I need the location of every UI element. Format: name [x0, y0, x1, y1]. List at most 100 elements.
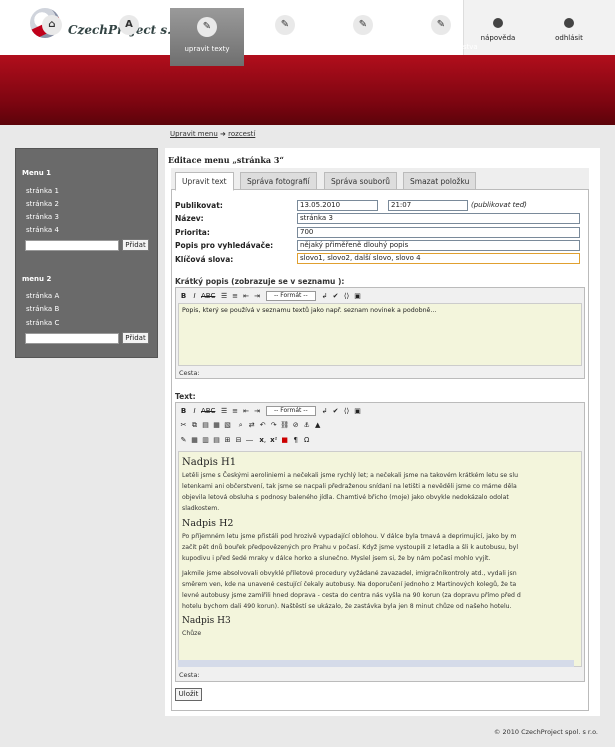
- anchor-icon[interactable]: ⚓: [302, 421, 311, 429]
- nav-minutes[interactable]: ✎ zápisy zastupitelstva: [400, 6, 482, 70]
- sidebar-item[interactable]: stránka A: [26, 292, 59, 300]
- bold-icon[interactable]: B: [179, 292, 188, 300]
- priority-label: Priorita:: [175, 228, 210, 237]
- fullscreen-icon[interactable]: ▣: [353, 407, 362, 415]
- publish-now-link[interactable]: (publikovat teď): [471, 201, 527, 209]
- italic-icon[interactable]: I: [190, 407, 199, 415]
- nav-board[interactable]: ✎ úřední deska: [326, 6, 400, 70]
- merge-icon[interactable]: ⊞: [223, 436, 232, 444]
- hr-icon[interactable]: ―: [245, 436, 254, 444]
- nav-edit-texts[interactable]: ✎ upravit texty: [170, 8, 244, 66]
- outdent-icon[interactable]: ⇤: [242, 292, 251, 300]
- menu1-add-button[interactable]: Přidat: [122, 239, 149, 251]
- html-icon[interactable]: ⟨⟩: [342, 292, 351, 300]
- breadcrumb: Upravit menu ➜ rozcestí: [170, 130, 255, 138]
- short-desc-content[interactable]: Popis, který se používá v seznamu textů …: [178, 303, 582, 366]
- redo-icon[interactable]: ↷: [269, 421, 278, 429]
- home-icon: ⌂: [42, 15, 62, 35]
- help-link[interactable]: nápověda: [478, 18, 518, 42]
- publish-date-input[interactable]: 13.05.2010: [297, 200, 378, 211]
- outdent-icon[interactable]: ⇤: [242, 407, 251, 415]
- menu2-add-input[interactable]: [25, 333, 119, 344]
- keywords-input[interactable]: slovo1, slovo2, další slovo, slovo 4: [297, 253, 580, 264]
- clean-icon[interactable]: ✔: [331, 407, 340, 415]
- name-input[interactable]: stránka 3: [297, 213, 580, 224]
- subscript-icon[interactable]: x,: [258, 436, 267, 444]
- line: letenkami ani občerstvení, tak jsme se n…: [182, 483, 517, 490]
- sidebar-item[interactable]: stránka 3: [26, 213, 59, 221]
- cut-icon[interactable]: ✂: [179, 421, 188, 429]
- tab-files[interactable]: Správa souborů: [324, 172, 398, 190]
- split-icon[interactable]: ⊟: [234, 436, 243, 444]
- sidebar-item[interactable]: stránka C: [26, 319, 59, 327]
- number-list-icon[interactable]: ≡: [231, 407, 240, 415]
- pilcrow-icon[interactable]: ¶: [291, 436, 300, 444]
- pdf-icon[interactable]: ■: [280, 436, 289, 444]
- line: objevila letová obsluha s podnosy balené…: [182, 494, 509, 501]
- undo-icon[interactable]: ↲: [320, 407, 329, 415]
- bullet-list-icon[interactable]: ☰: [220, 407, 229, 415]
- nav-home[interactable]: ⌂ hlavní stránka: [15, 6, 89, 70]
- gallery-icon: ✎: [275, 15, 295, 35]
- image-icon[interactable]: ▲: [313, 421, 322, 429]
- link-icon[interactable]: ⛓: [280, 421, 289, 429]
- strike-icon[interactable]: ABC: [201, 292, 215, 300]
- horizontal-scrollbar[interactable]: [178, 660, 574, 667]
- menu1-add-input[interactable]: [25, 240, 119, 251]
- indent-icon[interactable]: ⇥: [253, 407, 262, 415]
- omega-icon[interactable]: Ω: [302, 436, 311, 444]
- col-icon[interactable]: ▤: [212, 436, 221, 444]
- menu2-add-button[interactable]: Přidat: [122, 332, 149, 344]
- bold-icon[interactable]: B: [179, 407, 188, 415]
- paragraph-1: Letěli jsme s Českými aeroliniemi a neče…: [182, 470, 578, 514]
- short-desc-editor: B I ABC ☰ ≡ ⇤ ⇥ -- Formát -- ↲ ✔ ⟨⟩ ▣ Popis, kte…: [175, 287, 585, 379]
- tab-photos[interactable]: Správa fotografií: [240, 172, 317, 190]
- paragraph-4: Chůze: [182, 630, 202, 637]
- paste-icon[interactable]: ▤: [201, 421, 210, 429]
- search-desc-input[interactable]: nějaký přiměřeně dlouhý popis: [297, 240, 580, 251]
- table-icon[interactable]: ▦: [190, 436, 199, 444]
- html-icon[interactable]: ⟨⟩: [342, 407, 351, 415]
- breadcrumb-edit-menu[interactable]: Upravit menu: [170, 130, 218, 138]
- logout-link[interactable]: odhlásit: [549, 18, 589, 42]
- fullscreen-icon[interactable]: ▣: [353, 292, 362, 300]
- nav-edit-menu[interactable]: Aupravit menu: [92, 6, 166, 70]
- tab-delete[interactable]: Smazat položku: [403, 172, 477, 190]
- unlink-icon[interactable]: ⊘: [291, 421, 300, 429]
- strike-icon[interactable]: ABC: [201, 407, 215, 415]
- publish-label: Publikovat:: [175, 201, 223, 210]
- number-list-icon[interactable]: ≡: [231, 292, 240, 300]
- line: sladkostem.: [182, 505, 220, 512]
- find-icon[interactable]: ⌕: [236, 421, 245, 430]
- paste-text-icon[interactable]: ▦: [212, 421, 221, 429]
- save-button[interactable]: Uložit: [175, 688, 202, 701]
- bullet-list-icon[interactable]: ☰: [220, 292, 229, 300]
- format-select[interactable]: -- Formát --: [265, 406, 316, 416]
- nav-gallery[interactable]: ✎ fotogalerie: [248, 6, 322, 70]
- keywords-label: Klíčová slova:: [175, 255, 234, 264]
- priority-input[interactable]: 700: [297, 227, 580, 238]
- paste-word-icon[interactable]: ▧: [223, 421, 232, 429]
- undo2-icon[interactable]: ↶: [258, 421, 267, 429]
- edit-icon[interactable]: ✎: [179, 436, 188, 444]
- italic-icon[interactable]: I: [190, 292, 199, 300]
- sidebar-item[interactable]: stránka 1: [26, 187, 59, 195]
- text-content[interactable]: Nadpis H1 Letěli jsme s Českými aerolini…: [178, 451, 582, 667]
- clean-icon[interactable]: ✔: [331, 292, 340, 300]
- breadcrumb-crossroads[interactable]: rozcestí: [228, 130, 255, 138]
- tab-edit-text[interactable]: Upravit text: [175, 172, 234, 191]
- copy-icon[interactable]: ⧉: [190, 421, 199, 430]
- indent-icon[interactable]: ⇥: [253, 292, 262, 300]
- minutes-icon: ✎: [431, 15, 451, 35]
- sidebar-item[interactable]: stránka 2: [26, 200, 59, 208]
- search-desc-label: Popis pro vyhledávače:: [175, 241, 274, 250]
- format-select[interactable]: -- Formát --: [265, 291, 316, 301]
- undo-icon[interactable]: ↲: [320, 292, 329, 300]
- replace-icon[interactable]: ⇄: [247, 421, 256, 429]
- superscript-icon[interactable]: x²: [269, 436, 278, 444]
- publish-time-input[interactable]: 21:07: [388, 200, 468, 211]
- line: kupodivu i před šedé mraky v dálce horko…: [182, 555, 491, 562]
- row-icon[interactable]: ▥: [201, 436, 210, 444]
- sidebar-item[interactable]: stránka B: [26, 305, 59, 313]
- sidebar-item[interactable]: stránka 4: [26, 226, 59, 234]
